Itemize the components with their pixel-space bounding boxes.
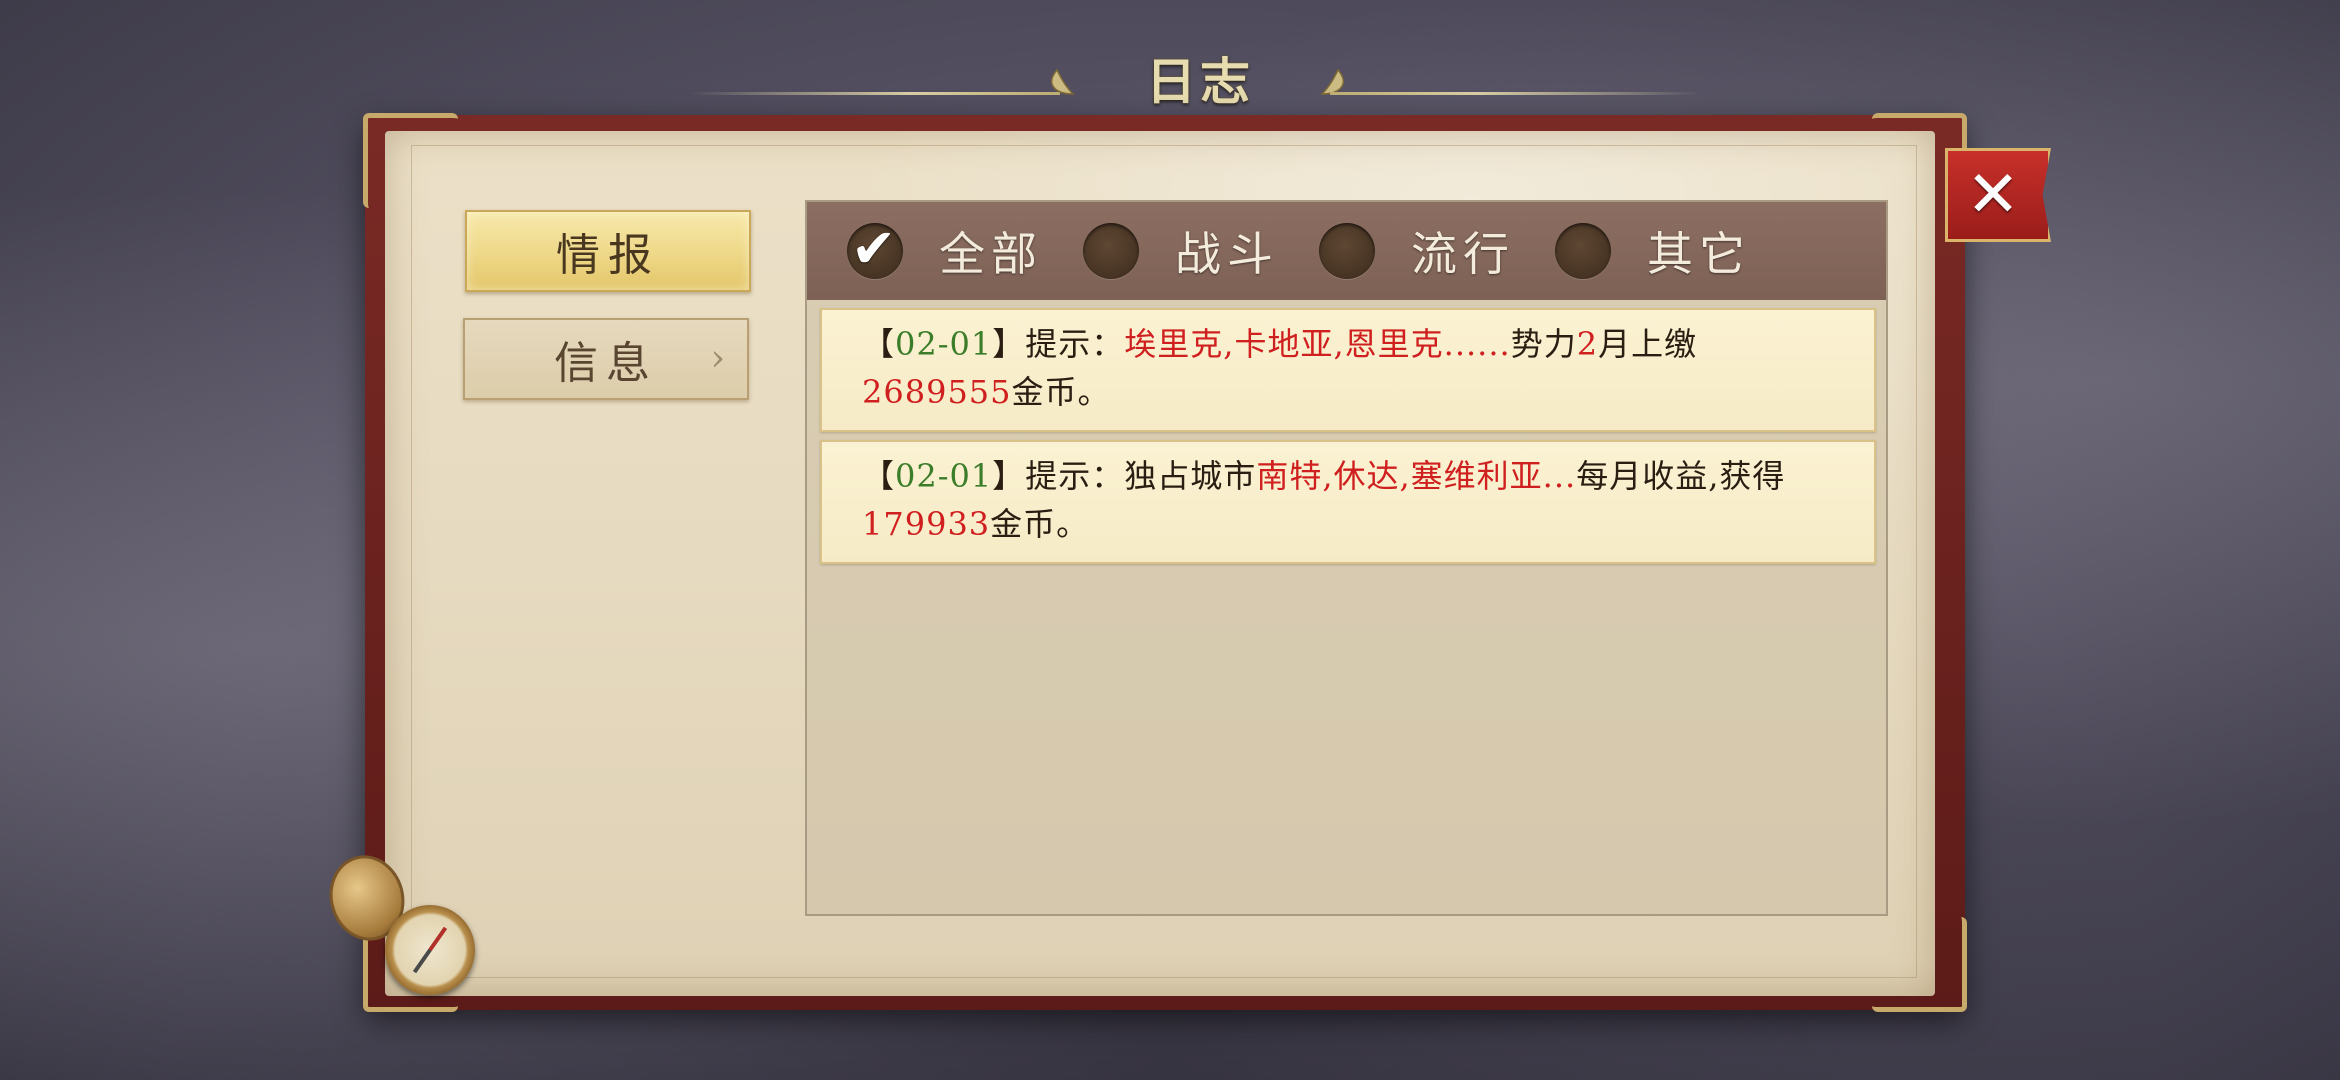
- filter-all[interactable]: ✔ 全部: [847, 217, 1043, 282]
- log-panel: ✔ 全部 战斗 流行 其它 【02-01】提示：埃里克,卡地亚,恩里克.....…: [805, 200, 1888, 916]
- log-text: 每月收益,获得: [1576, 457, 1786, 495]
- filter-trend-label: 流行: [1411, 227, 1515, 281]
- filter-bar: ✔ 全部 战斗 流行 其它: [807, 202, 1886, 300]
- filter-battle[interactable]: 战斗: [1083, 220, 1279, 282]
- checkmark-icon: ✔: [851, 217, 897, 280]
- bracket: 】: [992, 325, 1026, 363]
- bracket: 】: [992, 457, 1026, 495]
- log-entry: 【02-01】提示：独占城市南特,休达,塞维利亚...每月收益,获得 179933…: [820, 440, 1876, 564]
- filter-trend[interactable]: 流行: [1319, 220, 1515, 282]
- filter-battle-label: 战斗: [1175, 227, 1279, 281]
- filter-other-label: 其它: [1647, 227, 1751, 281]
- log-names: 埃里克,卡地亚,恩里克: [1124, 325, 1444, 363]
- corner-ornament: [363, 113, 458, 208]
- log-text: 月上缴: [1598, 325, 1698, 363]
- filter-battle-radio[interactable]: [1083, 223, 1139, 279]
- bracket: 【: [862, 457, 896, 495]
- log-text: 势力: [1510, 325, 1577, 363]
- bracket: 【: [862, 325, 896, 363]
- tab-intel-label: 情报: [556, 230, 660, 281]
- log-entry: 【02-01】提示：埃里克,卡地亚,恩里克......势力2月上缴 2689555…: [820, 308, 1876, 432]
- title-divider-right: [1330, 92, 1700, 95]
- log-ellipsis: ......: [1443, 325, 1511, 363]
- compass-needle: [412, 926, 448, 974]
- log-names: 南特,休达,塞维利亚...: [1256, 457, 1577, 495]
- corner-ornament: [1872, 917, 1967, 1012]
- tab-info[interactable]: 信息 ›: [463, 318, 749, 400]
- flourish-left-icon: [1051, 68, 1075, 95]
- log-text: 独占城市: [1124, 457, 1257, 495]
- chevron-right-icon: ›: [710, 338, 725, 379]
- log-suffix: 金币。: [1011, 373, 1111, 411]
- log-month: 2: [1576, 325, 1599, 363]
- log-prefix: 提示：: [1025, 457, 1125, 495]
- tab-intel[interactable]: 情报: [465, 210, 751, 292]
- log-date: 02-01: [895, 457, 993, 495]
- close-button[interactable]: ✕: [1945, 148, 2051, 242]
- title-divider-left: [690, 92, 1060, 95]
- page-title: 日志: [1146, 52, 1254, 111]
- log-amount: 179933: [862, 505, 991, 543]
- filter-trend-radio[interactable]: [1319, 223, 1375, 279]
- tab-info-label: 信息: [554, 338, 658, 389]
- log-suffix: 金币。: [990, 505, 1090, 543]
- filter-all-radio[interactable]: ✔: [847, 217, 903, 280]
- filter-other-radio[interactable]: [1555, 223, 1611, 279]
- filter-all-label: 全部: [939, 227, 1043, 281]
- close-icon: ✕: [1966, 158, 2020, 232]
- log-amount: 2689555: [862, 373, 1012, 411]
- filter-other[interactable]: 其它: [1555, 220, 1751, 282]
- log-date: 02-01: [895, 325, 993, 363]
- compass-icon: [385, 905, 475, 995]
- log-prefix: 提示：: [1025, 325, 1125, 363]
- title-bar: 日志: [0, 40, 2340, 111]
